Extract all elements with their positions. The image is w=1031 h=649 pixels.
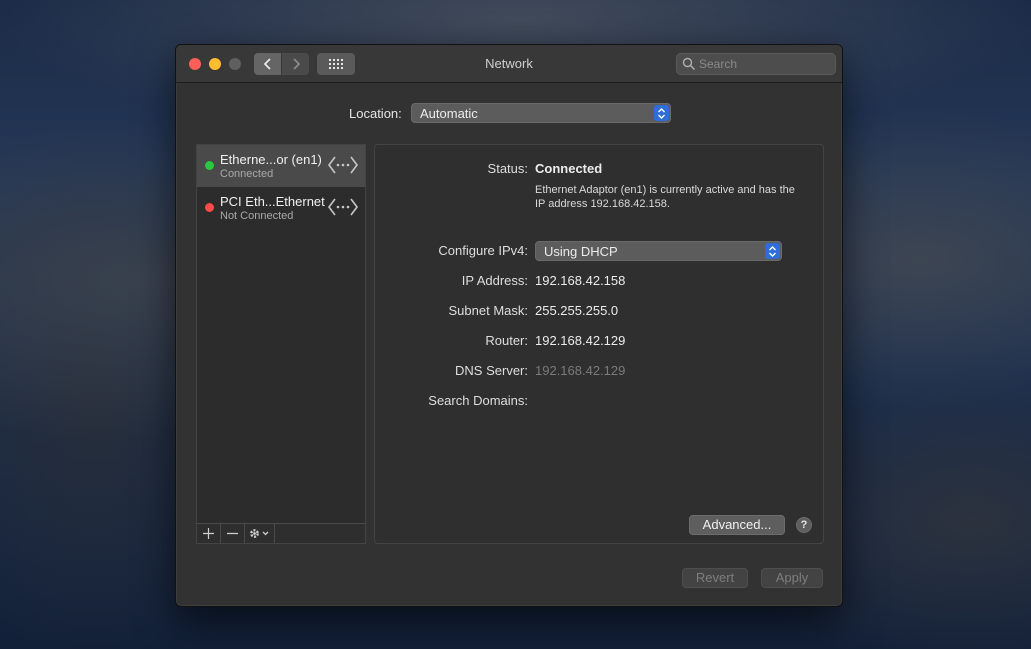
- dns-server-value: 192.168.42.129: [535, 363, 626, 378]
- plus-icon: [203, 528, 214, 539]
- configure-ipv4-popup[interactable]: Using DHCP: [535, 241, 782, 261]
- help-button[interactable]: ?: [796, 517, 812, 533]
- action-menu-button[interactable]: [245, 524, 275, 543]
- network-preferences-window: Network Location: Automatic Etherne...or…: [175, 44, 843, 607]
- service-list-toolbar: [197, 523, 365, 543]
- location-row: Location: Automatic: [176, 103, 842, 125]
- status-dot-connected: [205, 161, 214, 170]
- service-detail-panel: Status: Connected Ethernet Adaptor (en1)…: [374, 144, 824, 544]
- service-name: Etherne...or (en1): [220, 152, 322, 167]
- ethernet-icon: [328, 198, 358, 216]
- revert-button[interactable]: Revert: [682, 568, 748, 588]
- apply-button[interactable]: Apply: [761, 568, 823, 588]
- gear-icon: [249, 529, 268, 538]
- status-description: Ethernet Adaptor (en1) is currently acti…: [535, 184, 795, 210]
- subnet-mask-label: Subnet Mask:: [448, 303, 529, 318]
- status-value: Connected: [535, 161, 603, 176]
- popup-arrows-icon: [654, 105, 669, 121]
- router-label: Router:: [485, 333, 528, 348]
- search-input[interactable]: [699, 56, 829, 72]
- ip-address-value: 192.168.42.158: [535, 273, 626, 288]
- search-domains-label: Search Domains:: [428, 393, 528, 408]
- service-item-pci-ethernet[interactable]: PCI Eth...Ethernet Not Connected: [197, 187, 365, 229]
- status-dot-disconnected: [205, 203, 214, 212]
- popup-arrows-icon: [765, 243, 780, 259]
- location-value: Automatic: [420, 106, 478, 121]
- service-list: Etherne...or (en1) Connected PCI Eth...E…: [196, 144, 366, 544]
- router-value: 192.168.42.129: [535, 333, 626, 348]
- add-service-button[interactable]: [197, 524, 221, 543]
- ethernet-icon: [328, 156, 358, 174]
- remove-service-button[interactable]: [221, 524, 245, 543]
- advanced-button[interactable]: Advanced...: [689, 515, 785, 535]
- search-field[interactable]: [676, 53, 836, 75]
- title-bar: Network: [176, 45, 842, 83]
- minus-icon: [227, 532, 238, 535]
- configure-ipv4-label: Configure IPv4:: [438, 243, 528, 258]
- location-popup[interactable]: Automatic: [411, 103, 671, 123]
- location-label: Location:: [349, 106, 402, 121]
- service-item-ethernet-en1[interactable]: Etherne...or (en1) Connected: [197, 145, 365, 187]
- configure-ipv4-value: Using DHCP: [544, 244, 618, 259]
- subnet-mask-value: 255.255.255.0: [535, 303, 619, 318]
- service-status: Connected: [220, 168, 274, 180]
- service-name: PCI Eth...Ethernet: [220, 194, 325, 209]
- dns-server-label: DNS Server:: [455, 363, 528, 378]
- service-status: Not Connected: [220, 210, 294, 222]
- ip-address-label: IP Address:: [461, 273, 528, 288]
- search-icon: [682, 57, 696, 71]
- status-label: Status:: [487, 161, 528, 176]
